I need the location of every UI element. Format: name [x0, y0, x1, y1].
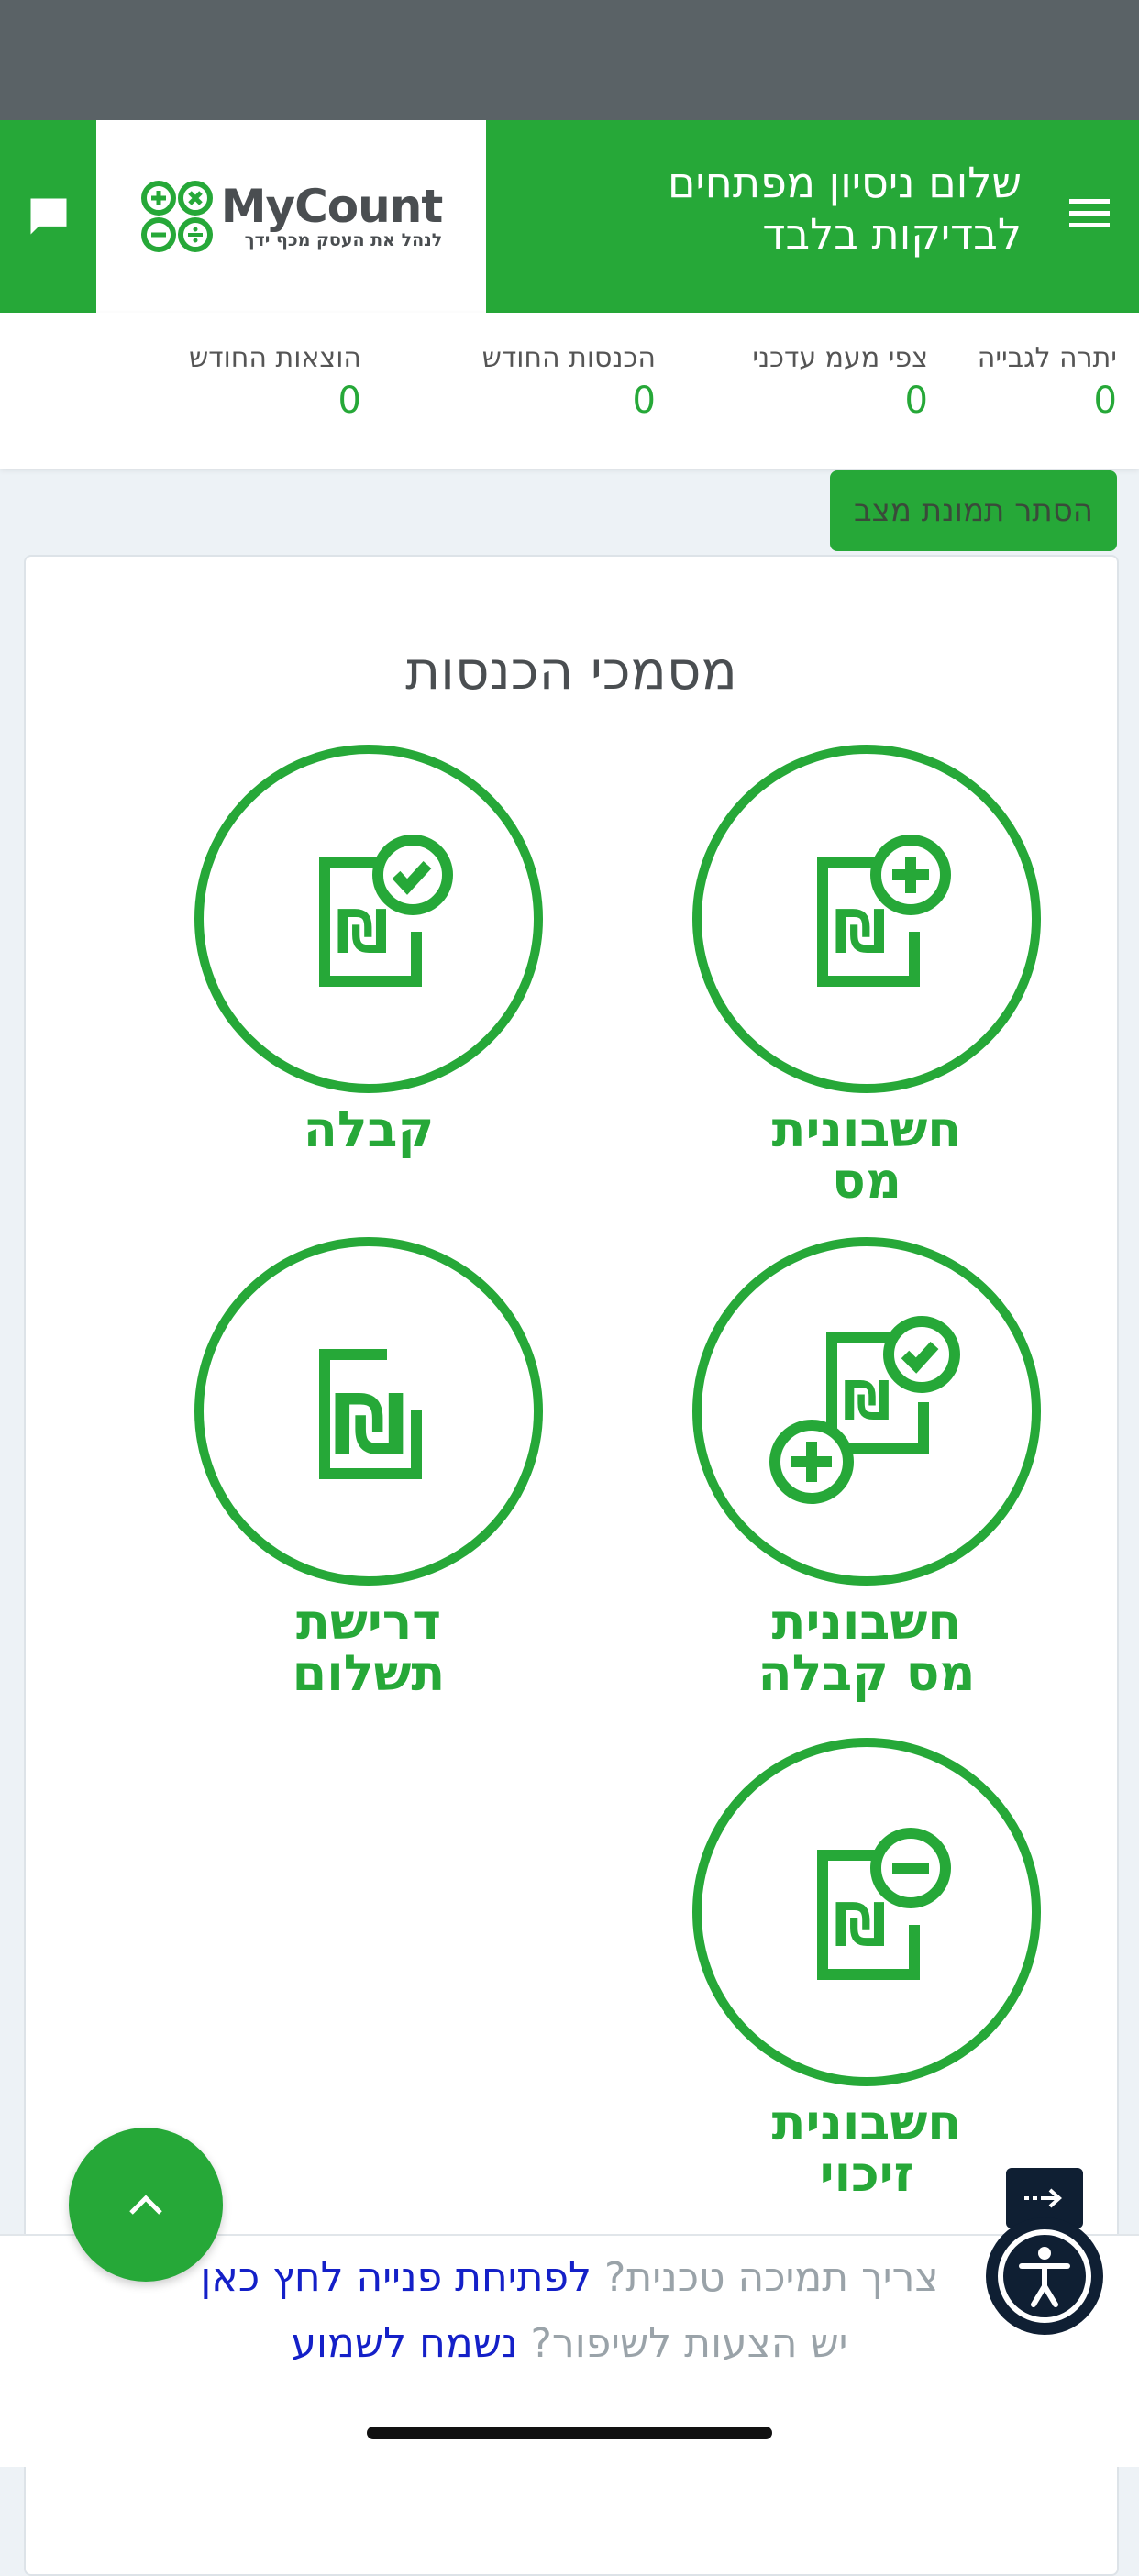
doc-label-line2: תשלום: [292, 1644, 446, 1702]
doc-label-line2: זיכוי: [819, 2145, 914, 2203]
scroll-to-top-button[interactable]: [69, 2128, 223, 2282]
stat-label: הכנסות החודש: [481, 342, 656, 374]
logo[interactable]: MyCount לנהל את העסק מכף ידך: [96, 120, 486, 313]
stat-value: 0: [1093, 380, 1117, 422]
home-indicator: [367, 2427, 772, 2439]
suggestions-link[interactable]: נשמח לשמוע: [292, 2320, 518, 2367]
stat-balance: יתרה לגבייה 0: [978, 342, 1117, 422]
doc-label-line2: מס קבלה: [757, 1644, 976, 1702]
svg-text:₪: ₪: [843, 1369, 890, 1432]
svg-text:₪: ₪: [332, 1377, 406, 1474]
stat-value: 0: [904, 380, 928, 422]
logo-tagline: לנהל את העסק מכף ידך: [244, 230, 443, 250]
invoice-plus-icon: ₪: [817, 835, 951, 987]
open-ticket-link[interactable]: לפתיחת פנייה לחץ כאן: [200, 2254, 592, 2301]
arrow-right-icon: [1024, 2188, 1062, 2208]
credit-note-minus-icon: ₪: [817, 1828, 951, 1980]
receipt-check-icon: ₪: [319, 835, 453, 987]
suggestions-question: יש הצעות לשיפור?: [530, 2320, 848, 2367]
stat-value: 0: [337, 380, 361, 422]
calculator-icon: [140, 181, 213, 252]
doc-label-line1: חשבונית: [771, 2094, 962, 2151]
stat-label: הוצאות החודש: [188, 342, 361, 374]
stats-bar: יתרה לגבייה 0 צפי מעמ עדכני 0 הכנסות החו…: [0, 313, 1139, 469]
logo-name: MyCount: [220, 180, 443, 233]
doc-tax-invoice-receipt[interactable]: ₪ חשבונית מס קבלה: [683, 1237, 1050, 1699]
invoice-receipt-icon: ₪: [769, 1316, 960, 1504]
doc-label-line1: קבלה: [303, 1100, 435, 1158]
status-bar: [0, 0, 1139, 120]
section-title: מסמכי הכנסות: [405, 639, 737, 702]
doc-payment-request[interactable]: ₪ דרישת תשלום: [185, 1237, 552, 1699]
stat-vat: צפי מעמ עדכני 0: [752, 342, 928, 422]
hamburger-menu-icon: [1069, 199, 1110, 227]
support-question: צריך תמיכה טכנית?: [603, 2254, 939, 2301]
stat-expenses: הוצאות החודש 0: [189, 342, 361, 422]
app-header: MyCount לנהל את העסק מכף ידך שלום ניסיון…: [0, 120, 1139, 313]
chat-button[interactable]: [0, 120, 96, 313]
chat-bubble-icon: [30, 198, 66, 235]
menu-button[interactable]: [1067, 192, 1111, 236]
payment-request-icon: ₪: [319, 1349, 422, 1479]
stat-income: הכנסות החודש 0: [482, 342, 656, 422]
svg-text:₪: ₪: [336, 899, 389, 967]
accessibility-button[interactable]: [986, 2217, 1103, 2335]
stat-value: 0: [632, 380, 656, 422]
doc-label-line1: חשבונית: [771, 1100, 962, 1158]
doc-label-line2: מס: [832, 1152, 901, 1210]
stat-label: צפי מעמ עדכני: [752, 342, 928, 374]
svg-text:₪: ₪: [834, 899, 887, 967]
greeting-text: שלום ניסיון מפתחים לבדיקות בלבד: [667, 158, 1022, 259]
doc-label-line1: חשבונית: [771, 1593, 962, 1651]
accessibility-icon: [998, 2229, 1091, 2323]
hide-snapshot-button[interactable]: הסתר תמונת מצב: [830, 470, 1117, 551]
doc-receipt[interactable]: ₪ קבלה: [185, 745, 552, 1155]
stat-label: יתרה לגבייה: [977, 342, 1117, 374]
doc-tax-invoice[interactable]: ₪ חשבונית מס: [683, 745, 1050, 1207]
chevron-up-icon: [129, 2195, 162, 2215]
doc-label-line1: דרישת: [296, 1593, 441, 1651]
support-line-2: יש הצעות לשיפור? נשמח לשמוע: [0, 2320, 1139, 2367]
doc-credit-note[interactable]: ₪ חשבונית זיכוי: [683, 1738, 1050, 2200]
svg-text:₪: ₪: [834, 1892, 887, 1960]
